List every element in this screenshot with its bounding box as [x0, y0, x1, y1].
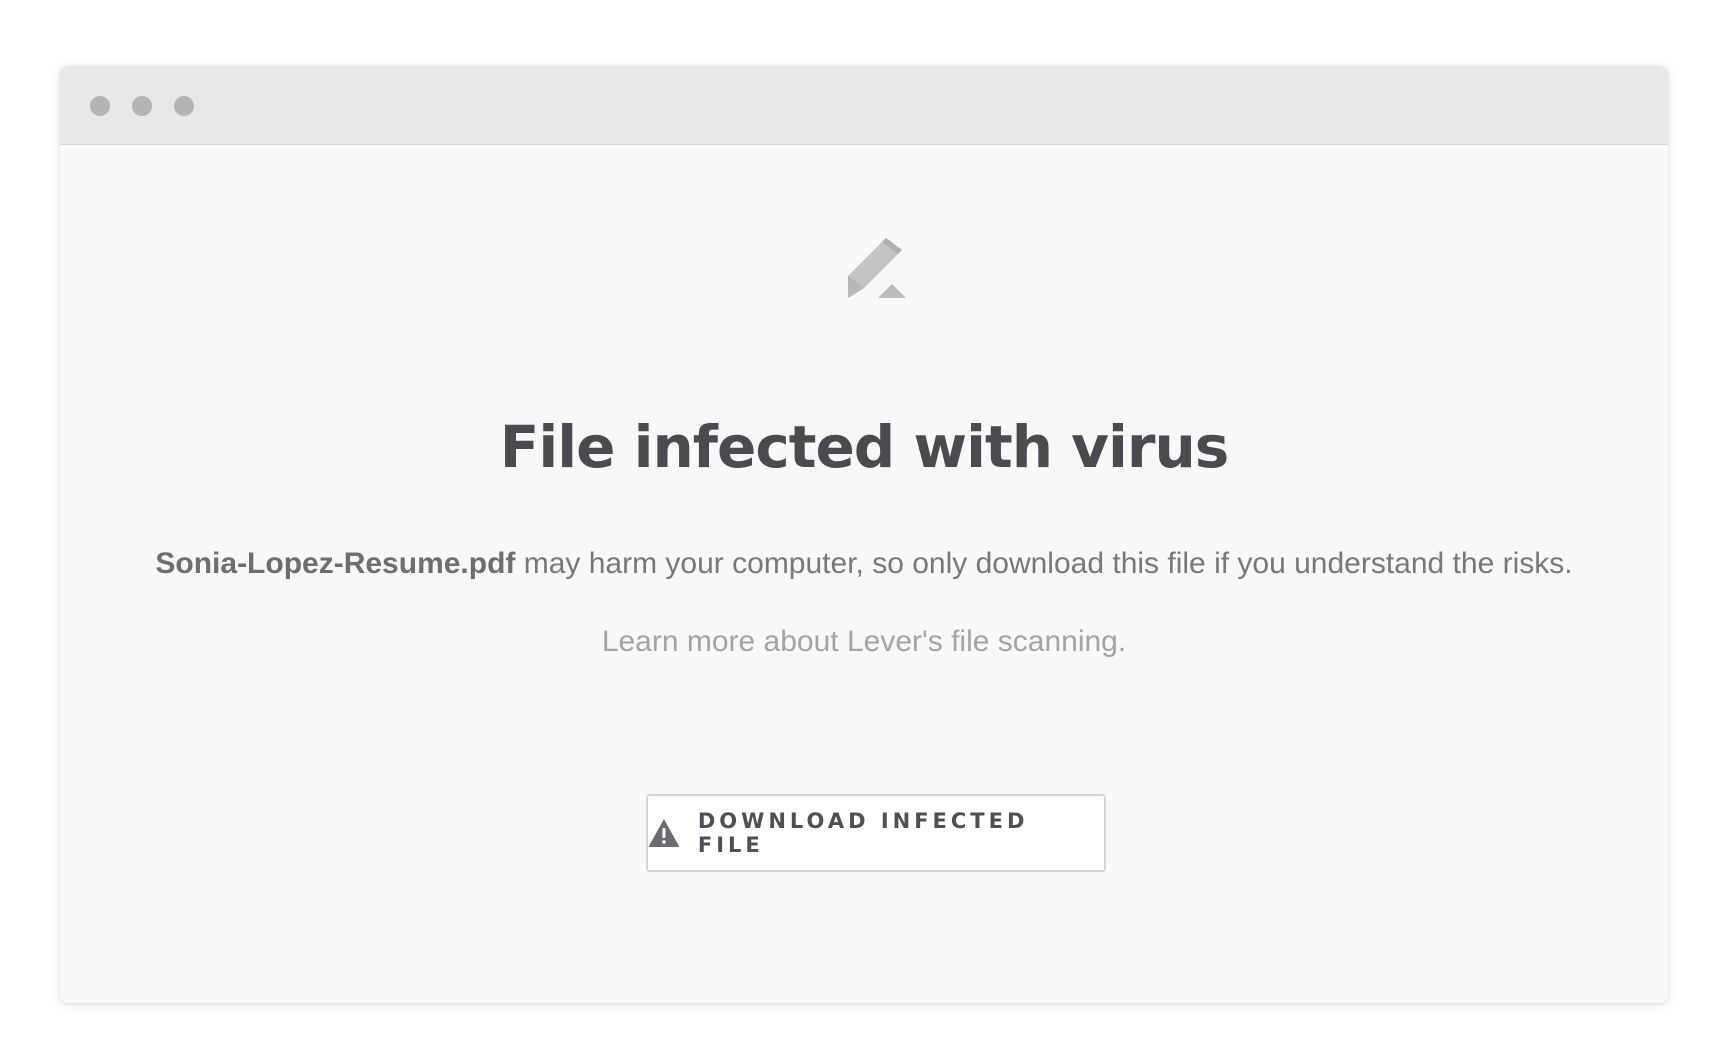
zoom-window-dot[interactable]	[174, 96, 194, 116]
page-title: File infected with virus	[499, 413, 1230, 481]
download-infected-file-button[interactable]: DOWNLOAD INFECTED FILE	[646, 794, 1106, 872]
browser-window: File infected with virus Sonia-Lopez-Res…	[60, 66, 1668, 1003]
page-content: File infected with virus Sonia-Lopez-Res…	[60, 145, 1668, 1003]
warning-icon	[648, 819, 680, 847]
learn-more-link[interactable]: Learn more about Lever's file scanning.	[60, 622, 1668, 662]
window-titlebar	[60, 66, 1668, 145]
close-window-dot[interactable]	[90, 96, 110, 116]
lever-logo-icon	[848, 238, 906, 298]
infected-filename: Sonia-Lopez-Resume.pdf	[155, 547, 516, 580]
warning-message: Sonia-Lopez-Resume.pdf may harm your com…	[60, 544, 1668, 584]
download-button-label: DOWNLOAD INFECTED FILE	[697, 809, 1029, 857]
minimize-window-dot[interactable]	[132, 96, 152, 116]
warning-message-text: may harm your computer, so only download…	[515, 547, 1573, 580]
